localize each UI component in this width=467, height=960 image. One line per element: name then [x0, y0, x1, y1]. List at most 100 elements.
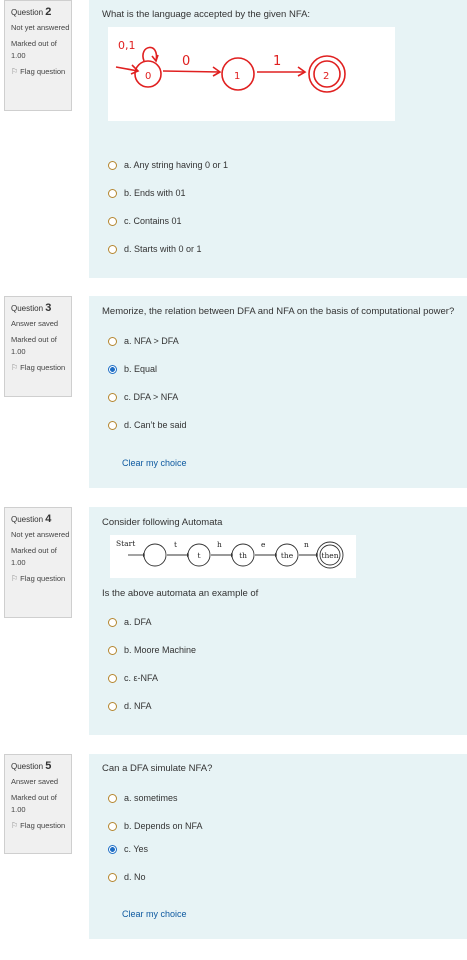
question-content-2: What is the language accepted by the giv…	[89, 0, 467, 278]
edge-label-2: e	[261, 540, 266, 549]
option-label: a. sometimes	[124, 793, 178, 803]
radio-button-selected[interactable]	[108, 844, 117, 854]
question-text: Can a DFA simulate NFA?	[102, 763, 213, 774]
answer-option-d[interactable]: d. NFA	[108, 699, 152, 713]
question-state: Answer saved	[11, 319, 59, 328]
option-label: b. Equal	[124, 364, 158, 374]
flag-icon: ⚐	[11, 67, 19, 76]
question-text-2: Is the above automata an example of	[102, 588, 259, 599]
state-label-the: the	[281, 551, 294, 560]
question-info-5: Question 5 Answer saved Marked out of 1.…	[4, 754, 72, 854]
nfa-diagram-svg: 0,1 0 1 2 0 1	[115, 39, 346, 93]
question-info-4: Question 4 Not yet answered Marked out o…	[4, 507, 72, 618]
flag-label: Flag question	[20, 363, 66, 372]
question-number: Question 2	[11, 6, 52, 18]
automata-diagram-svg: Start t h e n t th the then	[116, 539, 344, 569]
flag-label: Flag question	[20, 821, 66, 830]
state-q2-label: 2	[323, 71, 329, 82]
question-grade: Marked out of 1.00	[11, 39, 57, 60]
question-number: Question 3	[11, 302, 52, 314]
answer-option-d[interactable]: d. Can’t be said	[108, 418, 187, 432]
radio-button[interactable]	[108, 188, 117, 198]
radio-button[interactable]	[108, 701, 117, 711]
radio-button[interactable]	[108, 645, 117, 655]
automata-diagram-image: Start t h e n t th the then	[110, 535, 356, 578]
answer-option-b[interactable]: b. Ends with 01	[108, 186, 186, 200]
option-label: a. NFA > DFA	[124, 336, 179, 346]
answer-option-b[interactable]: b. Equal	[108, 362, 157, 376]
option-label: a. DFA	[124, 617, 152, 627]
radio-button[interactable]	[108, 872, 117, 882]
answer-option-c[interactable]: c. Yes	[108, 842, 148, 856]
start-label: Start	[116, 539, 135, 548]
option-label: b. Depends on NFA	[124, 821, 203, 831]
option-label: a. Any string having 0 or 1	[124, 160, 229, 170]
option-label: b. Moore Machine	[124, 645, 197, 655]
question-info-2: Question 2 Not yet answered Marked out o…	[4, 0, 72, 111]
answer-option-a[interactable]: a. sometimes	[108, 791, 178, 805]
answer-option-a[interactable]: a. DFA	[108, 615, 152, 629]
clear-choice-link[interactable]: Clear my choice	[122, 909, 187, 919]
radio-button[interactable]	[108, 617, 117, 627]
question-grade: Marked out of 1.00	[11, 793, 57, 814]
answer-option-c[interactable]: c. ε-NFA	[108, 671, 158, 685]
option-label: d. Can’t be said	[124, 420, 187, 430]
edge-label-3: n	[304, 540, 309, 549]
flag-icon: ⚐	[11, 363, 19, 372]
option-label: c. Yes	[124, 844, 149, 854]
loop-label: 0,1	[118, 39, 136, 52]
clear-choice-link[interactable]: Clear my choice	[122, 458, 187, 468]
option-label: c. Contains 01	[124, 216, 182, 226]
flag-icon: ⚐	[11, 821, 19, 830]
question-content-3: Memorize, the relation between DFA and N…	[89, 296, 467, 488]
question-text: Consider following Automata	[102, 517, 223, 528]
edge-label-0: t	[174, 540, 177, 549]
option-label: d. No	[124, 872, 146, 882]
option-label: d. NFA	[124, 701, 152, 711]
edge-label-1: h	[217, 540, 222, 549]
flag-label: Flag question	[20, 574, 66, 583]
flag-question-link[interactable]: ⚐ Flag question	[11, 573, 71, 585]
option-label: d. Starts with 0 or 1	[124, 244, 202, 254]
answer-option-a[interactable]: a. Any string having 0 or 1	[108, 158, 228, 172]
radio-button[interactable]	[108, 216, 117, 226]
answer-option-d[interactable]: d. No	[108, 870, 146, 884]
question-number: Question 4	[11, 513, 52, 525]
radio-button[interactable]	[108, 160, 117, 170]
answer-option-a[interactable]: a. NFA > DFA	[108, 334, 179, 348]
state-label-t: t	[197, 551, 200, 560]
question-state: Not yet answered	[11, 530, 70, 539]
state-q0-label: 0	[145, 71, 151, 82]
question-text: Memorize, the relation between DFA and N…	[102, 306, 455, 317]
question-content-4: Consider following Automata Start t h e …	[89, 507, 467, 735]
answer-option-b[interactable]: b. Depends on NFA	[108, 819, 203, 833]
radio-button[interactable]	[108, 244, 117, 254]
option-label: c. ε-NFA	[124, 673, 159, 683]
radio-button[interactable]	[108, 420, 117, 430]
answer-option-d[interactable]: d. Starts with 0 or 1	[108, 242, 202, 256]
question-grade: Marked out of 1.00	[11, 546, 57, 567]
question-number: Question 5	[11, 760, 52, 772]
state-label-then: then	[321, 551, 338, 560]
radio-button[interactable]	[108, 821, 117, 831]
flag-label: Flag question	[20, 67, 66, 76]
radio-button[interactable]	[108, 793, 117, 803]
option-label: c. DFA > NFA	[124, 392, 179, 402]
edge-label-1: 1	[273, 54, 281, 69]
radio-button[interactable]	[108, 673, 117, 683]
flag-question-link[interactable]: ⚐ Flag question	[11, 66, 71, 78]
option-label: b. Ends with 01	[124, 188, 186, 198]
question-grade: Marked out of 1.00	[11, 335, 57, 356]
state-label-th: th	[239, 551, 247, 560]
radio-button-selected[interactable]	[108, 364, 117, 374]
flag-question-link[interactable]: ⚐ Flag question	[11, 362, 71, 374]
state-q1-label: 1	[234, 71, 240, 82]
question-text: What is the language accepted by the giv…	[102, 9, 311, 20]
answer-option-c[interactable]: c. Contains 01	[108, 214, 182, 228]
answer-option-b[interactable]: b. Moore Machine	[108, 643, 196, 657]
flag-question-link[interactable]: ⚐ Flag question	[11, 820, 71, 832]
radio-button[interactable]	[108, 336, 117, 346]
radio-button[interactable]	[108, 392, 117, 402]
answer-option-c[interactable]: c. DFA > NFA	[108, 390, 178, 404]
question-state: Answer saved	[11, 777, 59, 786]
